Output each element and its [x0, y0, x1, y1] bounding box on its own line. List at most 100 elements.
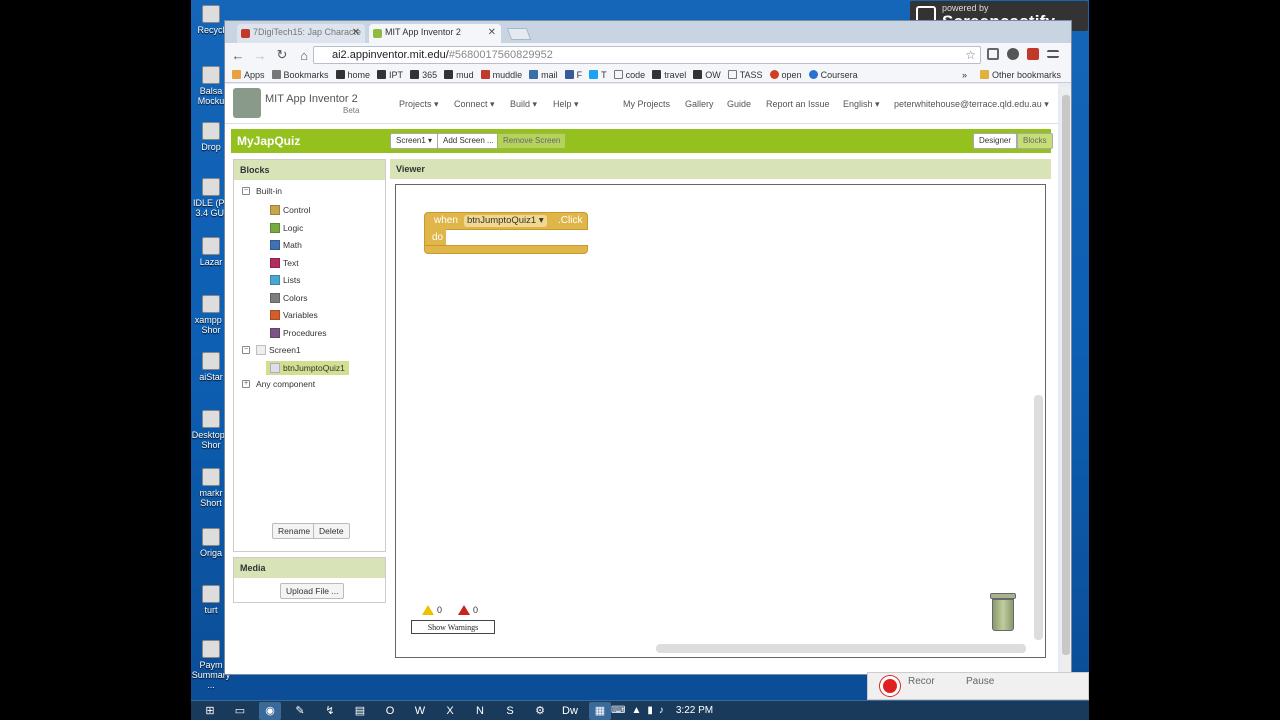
clock[interactable]: 3:22 PM	[676, 705, 713, 716]
extension-icon[interactable]	[1007, 48, 1019, 60]
keyboard-icon[interactable]: ⌨	[611, 705, 625, 716]
workspace-vertical-scrollbar[interactable]	[1034, 395, 1043, 640]
collapse-icon[interactable]: −	[242, 187, 250, 195]
bookmark-open[interactable]: open	[769, 70, 802, 80]
blocks-button[interactable]: Blocks	[1017, 133, 1053, 149]
menu-help[interactable]: Help ▾	[553, 99, 579, 110]
tree-item-text[interactable]: Text	[270, 258, 299, 268]
tree-any-component[interactable]: + Any component	[242, 379, 315, 389]
tree-item-lists[interactable]: Lists	[270, 275, 300, 285]
link-gallery[interactable]: Gallery	[685, 99, 714, 109]
tray-up-icon[interactable]: ▲	[631, 705, 641, 716]
back-icon[interactable]: ←	[229, 48, 247, 63]
record-label[interactable]: Recor	[908, 676, 935, 687]
show-warnings-button[interactable]: Show Warnings	[411, 620, 495, 634]
upload-file-button[interactable]: Upload File ...	[280, 583, 345, 599]
app-icon[interactable]: ⚙	[529, 702, 551, 720]
tree-item-procedures[interactable]: Procedures	[270, 328, 326, 338]
bookmark-ow[interactable]: OW	[693, 70, 721, 80]
language-dropdown[interactable]: English ▾	[843, 99, 880, 110]
address-bar[interactable]: ai2.appinventor.mit.edu/#568001756082995…	[313, 46, 981, 64]
trash-icon[interactable]	[988, 593, 1018, 633]
remove-screen-button[interactable]: Remove Screen	[497, 133, 567, 149]
workspace-horizontal-scrollbar[interactable]	[656, 644, 1026, 653]
tree-builtin[interactable]: − Built-in	[242, 186, 282, 196]
rename-button[interactable]: Rename	[272, 523, 317, 539]
delete-button[interactable]: Delete	[313, 523, 350, 539]
link-report-issue[interactable]: Report an Issue	[766, 99, 830, 109]
home-icon[interactable]: ⌂	[295, 48, 313, 63]
extension-icon[interactable]	[987, 48, 999, 60]
volume-icon[interactable]: ♪	[659, 705, 664, 716]
tree-component-btnjumptoquiz1[interactable]: btnJumptoQuiz1	[266, 361, 349, 375]
reload-icon[interactable]: ↻	[273, 47, 291, 63]
tab-digitech[interactable]: 7DigiTech15: Jap Characte ✕	[237, 24, 365, 43]
app-icon[interactable]: ↯	[319, 702, 341, 720]
page-scrollbar[interactable]	[1061, 87, 1071, 672]
lazarus-icon	[202, 237, 220, 255]
blocks-workspace[interactable]: when btnJumptoQuiz1 ▾ .Click do 0 0 Show…	[395, 184, 1046, 658]
link-guide[interactable]: Guide	[727, 99, 751, 109]
bookmark-apps[interactable]: Apps	[232, 70, 265, 80]
bookmark-twitter[interactable]: T	[589, 70, 607, 80]
bookmark-home[interactable]: home	[335, 70, 370, 80]
excel-icon[interactable]: X	[439, 702, 461, 720]
network-icon[interactable]: ▮	[647, 705, 653, 716]
bookmark-star-icon[interactable]: ☆	[965, 48, 976, 62]
designer-button[interactable]: Designer	[973, 133, 1018, 149]
tree-item-variables[interactable]: Variables	[270, 310, 318, 320]
bookmarks-overflow-button[interactable]: »	[962, 70, 967, 80]
bookmark-bookmarks[interactable]: Bookmarks	[271, 70, 329, 80]
expand-icon[interactable]: +	[242, 380, 250, 388]
collapse-icon[interactable]: −	[242, 346, 250, 354]
tree-item-control[interactable]: Control	[270, 205, 310, 215]
bookmark-tass[interactable]: TASS	[727, 70, 763, 80]
account-dropdown[interactable]: peterwhitehouse@terrace.qld.edu.au ▾	[894, 99, 1049, 110]
pause-button[interactable]: Pause	[966, 676, 994, 687]
menu-connect[interactable]: Connect ▾	[454, 99, 495, 110]
shortcut-icon	[202, 410, 220, 428]
app-icon[interactable]: ▤	[349, 702, 371, 720]
tree-item-logic[interactable]: Logic	[270, 223, 303, 233]
bookmark-coursera[interactable]: Coursera	[808, 70, 858, 80]
app-icon[interactable]: ✎	[289, 702, 311, 720]
add-screen-button[interactable]: Add Screen ...	[437, 133, 500, 149]
app-inventor-logo-icon[interactable]	[233, 88, 261, 118]
record-icon[interactable]	[880, 676, 900, 696]
tree-item-colors[interactable]: Colors	[270, 293, 308, 303]
other-bookmarks[interactable]: Other bookmarks	[979, 70, 1061, 80]
onenote-icon[interactable]: N	[469, 702, 491, 720]
new-tab-button[interactable]	[506, 28, 532, 40]
bookmark-mail[interactable]: mail	[529, 70, 558, 80]
bookmark-mud[interactable]: mud	[444, 70, 474, 80]
bookmark-facebook[interactable]: F	[564, 70, 582, 80]
word-icon[interactable]: W	[409, 702, 431, 720]
bookmark-travel[interactable]: travel	[652, 70, 686, 80]
start-icon[interactable]: ⊞	[199, 702, 221, 720]
dreamweaver-icon[interactable]: Dw	[559, 702, 581, 720]
tab-app-inventor[interactable]: MIT App Inventor 2 ✕	[369, 24, 501, 43]
menu-build[interactable]: Build ▾	[510, 99, 537, 110]
chrome-icon[interactable]: ◉	[259, 701, 281, 720]
forward-icon[interactable]: →	[251, 48, 269, 63]
app-icon[interactable]: ▦	[589, 701, 611, 720]
outlook-icon[interactable]: O	[379, 702, 401, 720]
when-click-event-block[interactable]: when btnJumptoQuiz1 ▾ .Click do	[424, 212, 588, 254]
star-icon	[271, 70, 281, 79]
tree-screen1[interactable]: − Screen1	[242, 345, 301, 355]
screen-dropdown[interactable]: Screen1 ▾	[390, 133, 439, 149]
bookmark-code[interactable]: code	[613, 70, 645, 80]
link-my-projects[interactable]: My Projects	[623, 99, 670, 109]
skype-icon[interactable]: S	[499, 702, 521, 720]
menu-projects[interactable]: Projects ▾	[399, 99, 439, 110]
close-icon[interactable]: ✕	[352, 27, 360, 38]
bookmark-365[interactable]: 365	[410, 70, 437, 80]
block-component-dropdown[interactable]: btnJumptoQuiz1 ▾	[464, 215, 547, 227]
menu-icon[interactable]	[1047, 50, 1059, 58]
tree-item-math[interactable]: Math	[270, 240, 302, 250]
bookmark-muddle[interactable]: muddle	[480, 70, 522, 80]
screencastify-extension-icon[interactable]	[1027, 48, 1039, 60]
explorer-icon[interactable]: ▭	[229, 702, 251, 720]
bookmark-ipt[interactable]: IPT	[377, 70, 403, 80]
close-icon[interactable]: ✕	[488, 27, 496, 38]
